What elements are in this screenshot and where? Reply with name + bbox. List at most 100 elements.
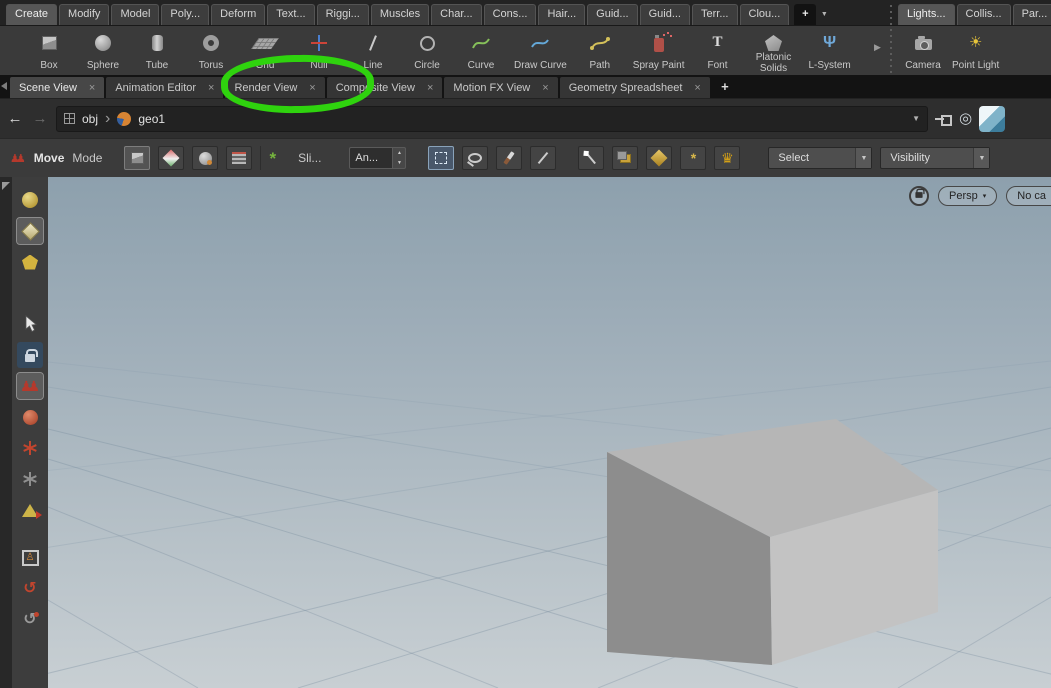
shelf-tool-curve[interactable]: Curve xyxy=(458,26,504,75)
spinner-up-icon[interactable]: ▲ xyxy=(393,148,405,158)
pane-corner-icon[interactable] xyxy=(979,106,1005,132)
breadcrumb-context[interactable]: obj xyxy=(82,112,98,126)
close-icon[interactable]: × xyxy=(427,82,433,94)
pane-tab-composite-view[interactable]: Composite View × xyxy=(327,77,443,98)
shelf-splitter-handle[interactable] xyxy=(886,2,896,73)
select-geometry-button[interactable] xyxy=(17,404,43,430)
orient-handle-button[interactable]: ↺ xyxy=(17,607,43,633)
handle-pivot-button[interactable] xyxy=(192,146,218,170)
shelf-tab-terrain[interactable]: Terr... xyxy=(692,4,738,25)
scene-viewport[interactable]: Persp ▾ No ca xyxy=(48,177,1051,688)
chevron-down-icon[interactable]: ▼ xyxy=(855,148,871,168)
align-tool-icon[interactable]: * xyxy=(269,150,276,167)
pane-tab-render-view[interactable]: Render View × xyxy=(225,77,324,98)
node-path-field[interactable]: obj › geo1 ▼ xyxy=(56,106,928,132)
shelf-tool-platonic-solids[interactable]: Platonic Solids xyxy=(749,26,799,75)
brush-select-button[interactable] xyxy=(496,146,522,170)
select-scene-graph-button[interactable] xyxy=(17,466,43,492)
shelf-tool-circle[interactable]: Circle xyxy=(404,26,450,75)
select-containers-button[interactable] xyxy=(612,146,638,170)
shelf-tool-box[interactable]: Box xyxy=(26,26,72,75)
pane-tab-motion-fx-view[interactable]: Motion FX View × xyxy=(444,77,557,98)
chevron-down-icon[interactable]: ▼ xyxy=(973,148,989,168)
pose-tool-button[interactable] xyxy=(17,497,43,523)
animate-spinner[interactable]: ▲ ▼ xyxy=(393,147,406,169)
shelf-tab-collisions[interactable]: Collis... xyxy=(957,4,1011,25)
secure-selection-button[interactable] xyxy=(17,342,43,368)
shelf-tab-deform[interactable]: Deform xyxy=(211,4,265,25)
select-objects-button[interactable]: ♟♟ xyxy=(17,373,43,399)
shelf-tab-muscles[interactable]: Muscles xyxy=(371,4,429,25)
pane-collapse-arrow-icon[interactable] xyxy=(1,82,7,90)
handle-cube-button[interactable] xyxy=(124,146,150,170)
forward-arrow-icon[interactable]: → xyxy=(31,110,49,127)
add-pane-tab-button[interactable]: + xyxy=(716,79,734,94)
shelf-tab-model[interactable]: Model xyxy=(111,4,159,25)
shelf-tool-point-light[interactable]: ☀ Point Light xyxy=(950,26,1001,75)
shelf-tool-path[interactable]: Path xyxy=(577,26,623,75)
pane-splitter-arrow-icon[interactable] xyxy=(2,182,10,190)
shelf-tab-guides-1[interactable]: Guid... xyxy=(587,4,637,25)
shelf-tool-line[interactable]: Line xyxy=(350,26,396,75)
shelf-tool-font[interactable]: T Font xyxy=(695,26,741,75)
shelf-tab-texture[interactable]: Text... xyxy=(267,4,314,25)
shelf-tool-spray-paint[interactable]: Spray Paint xyxy=(631,26,687,75)
breadcrumb-node[interactable]: geo1 xyxy=(138,112,165,126)
shelf-tab-particles[interactable]: Par... xyxy=(1013,4,1051,25)
pane-tab-geometry-spreadsheet[interactable]: Geometry Spreadsheet × xyxy=(560,77,710,98)
pane-tab-animation-editor[interactable]: Animation Editor × xyxy=(106,77,223,98)
shelf-tab-lights[interactable]: Lights... xyxy=(898,4,955,25)
box-select-button[interactable] xyxy=(428,146,454,170)
spinner-down-icon[interactable]: ▼ xyxy=(393,158,405,168)
shelf-tab-clouds[interactable]: Clou... xyxy=(740,4,790,25)
add-shelf-tab-button[interactable]: + xyxy=(794,4,816,25)
character-picker-button[interactable]: ♙ xyxy=(17,545,43,571)
handle-gem-button[interactable] xyxy=(158,146,184,170)
shelf-tool-grid[interactable]: Grid xyxy=(242,26,288,75)
laser-select-button[interactable] xyxy=(530,146,556,170)
shelf-tab-rigging[interactable]: Riggi... xyxy=(317,4,369,25)
display-primitives-button[interactable] xyxy=(17,218,43,244)
no-camera-pill[interactable]: No ca xyxy=(1006,186,1051,206)
shelf-tab-hair[interactable]: Hair... xyxy=(538,4,585,25)
select-dynamics-button[interactable] xyxy=(17,435,43,461)
display-polygons-button[interactable] xyxy=(17,249,43,275)
shelf-tool-camera[interactable]: Camera xyxy=(900,26,946,75)
close-icon[interactable]: × xyxy=(694,82,700,94)
snap-button[interactable]: * xyxy=(680,146,706,170)
shelf-tool-tube[interactable]: Tube xyxy=(134,26,180,75)
shelf-menu-arrow-icon[interactable]: ▼ xyxy=(816,4,832,25)
pane-tab-scene-view[interactable]: Scene View × xyxy=(10,77,104,98)
handle-slice-button[interactable] xyxy=(226,146,252,170)
select-gold-diamond-button[interactable] xyxy=(646,146,672,170)
crown-button[interactable]: ♛ xyxy=(714,146,740,170)
display-volume-button[interactable] xyxy=(17,187,43,213)
lasso-select-button[interactable] xyxy=(462,146,488,170)
camera-menu-pill[interactable]: Persp ▾ xyxy=(938,186,997,206)
pin-pane-icon[interactable] xyxy=(935,113,952,125)
camera-lock-badge[interactable] xyxy=(909,186,929,206)
shelf-tab-poly[interactable]: Poly... xyxy=(161,4,209,25)
shelf-tab-guides-2[interactable]: Guid... xyxy=(640,4,690,25)
rotate-handle-button[interactable]: ↺ xyxy=(17,576,43,602)
shelf-tool-sphere[interactable]: Sphere xyxy=(80,26,126,75)
close-icon[interactable]: × xyxy=(309,82,315,94)
animate-value[interactable]: An... xyxy=(349,147,393,169)
shelf-tab-modify[interactable]: Modify xyxy=(59,4,109,25)
shelf-tool-null[interactable]: Null xyxy=(296,26,342,75)
select-wand-button[interactable] xyxy=(578,146,604,170)
shelf-tool-l-system[interactable]: Ψ L-System xyxy=(807,26,853,75)
shelf-tab-constraints[interactable]: Cons... xyxy=(484,4,537,25)
close-icon[interactable]: × xyxy=(542,82,548,94)
shelf-tool-torus[interactable]: Torus xyxy=(188,26,234,75)
follow-target-icon[interactable]: ◎ xyxy=(959,111,972,126)
shelf-tab-create[interactable]: Create xyxy=(6,4,57,25)
shelf-tool-draw-curve[interactable]: Draw Curve xyxy=(512,26,569,75)
back-arrow-icon[interactable]: ← xyxy=(6,110,24,127)
select-dropdown[interactable]: Select ▼ xyxy=(768,147,872,169)
animate-dropdown[interactable]: An... ▲ ▼ xyxy=(349,147,406,169)
shelf-overflow-arrow-icon[interactable]: ▶ xyxy=(874,42,881,53)
select-tool-button[interactable] xyxy=(17,311,43,337)
close-icon[interactable]: × xyxy=(208,82,214,94)
shelf-tab-characters[interactable]: Char... xyxy=(431,4,481,25)
